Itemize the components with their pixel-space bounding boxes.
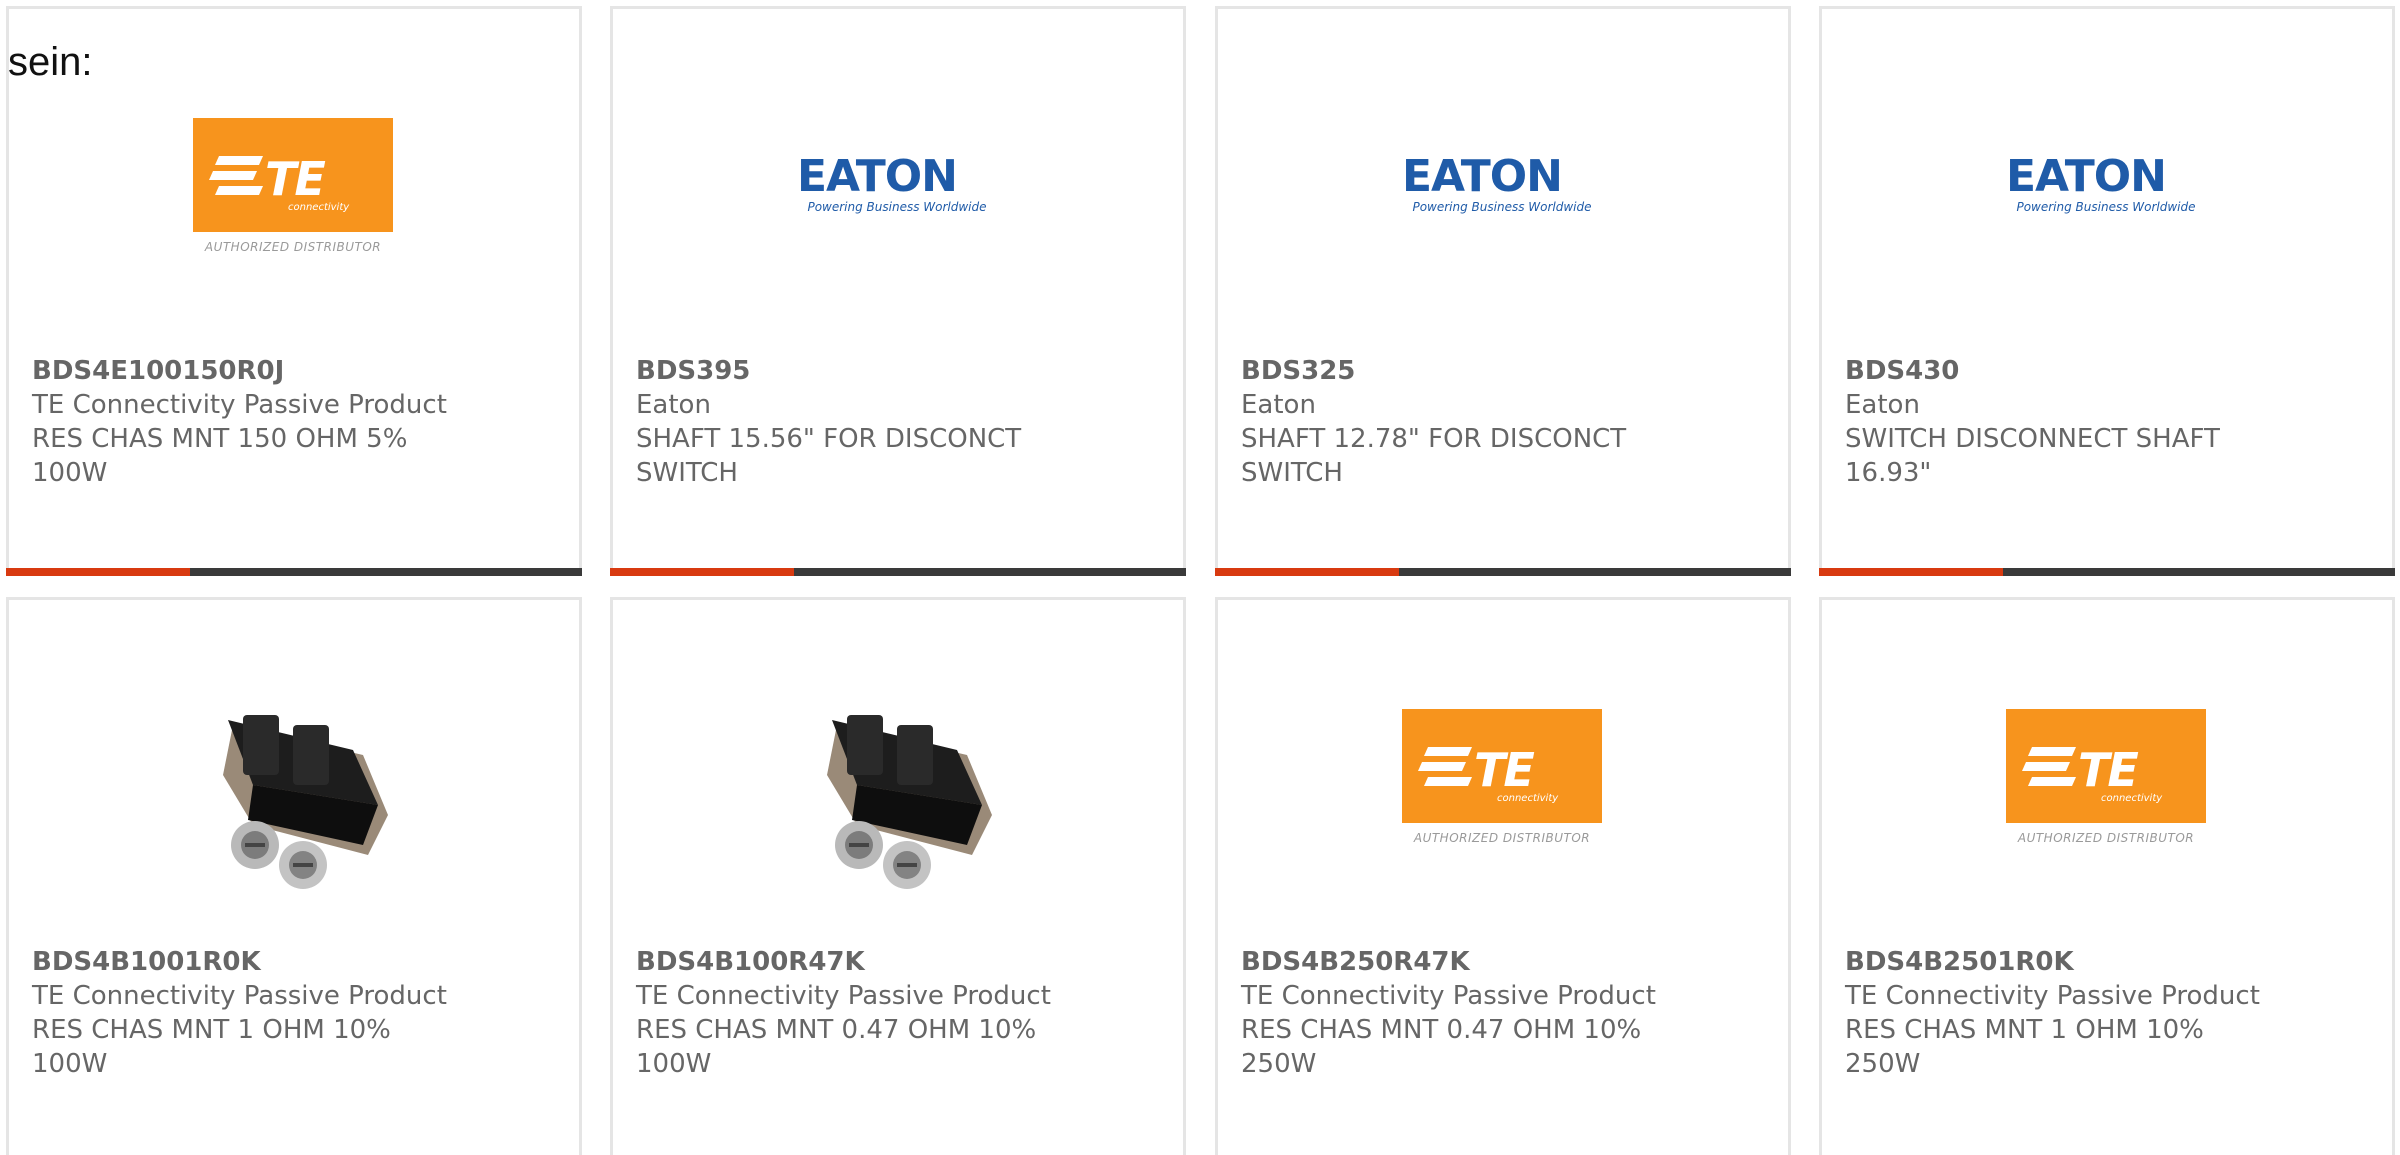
part-number-link[interactable]: BDS4B250R47K xyxy=(1241,945,1721,979)
svg-text:TE: TE xyxy=(1474,743,1534,797)
svg-text:Powering Business Worldwide: Powering Business Worldwide xyxy=(2016,200,2195,214)
product-image[interactable] xyxy=(797,695,997,895)
product-description: SHAFT 15.56" FOR DISCONCT SWITCH xyxy=(636,424,1022,488)
svg-text:connectivity: connectivity xyxy=(288,202,350,213)
product-card[interactable]: EATON Powering Business Worldwide BDS395 Ea… xyxy=(610,6,1186,576)
te-logo-mark: TEconnectivity xyxy=(2006,709,2206,823)
eaton-logo: EATON Powering Business Worldwide xyxy=(2006,149,2206,219)
svg-text:EATON: EATON xyxy=(1402,151,1562,202)
manufacturer-name: TE Connectivity Passive Product xyxy=(32,981,447,1011)
part-number-link[interactable]: BDS4B100R47K xyxy=(636,945,1116,979)
manufacturer-name: Eaton xyxy=(636,390,711,420)
te-logo-subtitle: AUTHORIZED DISTRIBUTOR xyxy=(2017,831,2195,845)
te-logo-subtitle: AUTHORIZED DISTRIBUTOR xyxy=(204,240,382,254)
product-image[interactable]: TE connectivity AUTHORIZED DISTRIBUTOR xyxy=(1402,695,1602,865)
manufacturer-name: TE Connectivity Passive Product xyxy=(636,981,1051,1011)
product-image[interactable]: EATON Powering Business Worldwide xyxy=(797,104,997,274)
te-logo-mark: TEconnectivity xyxy=(1402,709,1602,823)
product-card[interactable]: EATON Powering Business Worldwide BDS325 Ea… xyxy=(1215,6,1791,576)
svg-text:Powering Business Worldwide: Powering Business Worldwide xyxy=(1412,200,1591,214)
product-info: BDS325 Eaton SHAFT 12.78" FOR DISCONCT SWI… xyxy=(1241,354,1721,490)
product-image[interactable]: TE connectivity AUTHORIZED DISTRIBUTOR xyxy=(193,104,393,274)
product-info: BDS4B2501R0K TE Connectivity Passive Prod… xyxy=(1845,945,2325,1081)
product-description: RES CHAS MNT 1 OHM 10% 100W xyxy=(32,1015,391,1079)
card-accent-bar xyxy=(6,568,582,576)
card-accent-bar xyxy=(610,568,1186,576)
product-info: BDS4E100150R0J TE Connectivity Passive Pr… xyxy=(32,354,512,490)
eaton-logo: EATON Powering Business Worldwide xyxy=(1402,149,1602,219)
manufacturer-name: Eaton xyxy=(1845,390,1920,420)
product-image[interactable]: EATON Powering Business Worldwide xyxy=(1402,104,1602,274)
product-info: BDS4B1001R0K TE Connectivity Passive Prod… xyxy=(32,945,512,1081)
product-info: BDS430 Eaton SWITCH DISCONNECT SHAFT 16.93… xyxy=(1845,354,2325,490)
manufacturer-name: Eaton xyxy=(1241,390,1316,420)
te-logo-mark: TEconnectivity xyxy=(193,118,393,232)
product-card[interactable]: TE connectivity AUTHORIZED DISTRIBUTOR BDS4… xyxy=(1215,597,1791,1155)
card-accent-bar-fill xyxy=(1215,568,1400,576)
product-info: BDS395 Eaton SHAFT 15.56" FOR DISCONCT SWI… xyxy=(636,354,1116,490)
product-image[interactable] xyxy=(193,695,393,895)
product-image[interactable]: TE connectivity AUTHORIZED DISTRIBUTOR xyxy=(2006,695,2206,865)
manufacturer-name: TE Connectivity Passive Product xyxy=(1845,981,2260,1011)
part-number-link[interactable]: BDS395 xyxy=(636,354,1116,388)
eaton-logo-mark: EATONPowering Business Worldwide xyxy=(1402,151,1592,214)
product-description: RES CHAS MNT 1 OHM 10% 250W xyxy=(1845,1015,2204,1079)
card-accent-bar-fill xyxy=(1819,568,2004,576)
resistor-image xyxy=(797,695,997,895)
product-image[interactable]: EATON Powering Business Worldwide xyxy=(2006,104,2206,274)
svg-text:Powering Business Worldwide: Powering Business Worldwide xyxy=(807,200,986,214)
svg-text:connectivity: connectivity xyxy=(1497,793,1559,804)
te-connectivity-logo: TE connectivity AUTHORIZED DISTRIBUTOR xyxy=(1402,709,1602,849)
product-description: RES CHAS MNT 0.47 OHM 10% 250W xyxy=(1241,1015,1642,1079)
product-description: RES CHAS MNT 150 OHM 5% 100W xyxy=(32,424,408,488)
te-connectivity-logo: TE connectivity AUTHORIZED DISTRIBUTOR xyxy=(2006,709,2206,849)
resistor-image xyxy=(193,695,393,895)
product-info: BDS4B100R47K TE Connectivity Passive Prod… xyxy=(636,945,1116,1081)
part-number-link[interactable]: BDS4E100150R0J xyxy=(32,354,512,388)
svg-text:TE: TE xyxy=(2078,743,2138,797)
part-number-link[interactable]: BDS430 xyxy=(1845,354,2325,388)
product-description: RES CHAS MNT 0.47 OHM 10% 100W xyxy=(636,1015,1037,1079)
svg-text:TE: TE xyxy=(265,152,325,206)
part-number-link[interactable]: BDS4B1001R0K xyxy=(32,945,512,979)
card-accent-bar xyxy=(1819,568,2395,576)
product-description: SWITCH DISCONNECT SHAFT 16.93" xyxy=(1845,424,2220,488)
te-logo-subtitle: AUTHORIZED DISTRIBUTOR xyxy=(1413,831,1591,845)
intro-text: sein: xyxy=(8,40,93,84)
resistor-photo xyxy=(193,695,393,895)
svg-text:EATON: EATON xyxy=(797,151,957,202)
card-accent-bar-fill xyxy=(6,568,191,576)
product-card[interactable]: BDS4B100R47K TE Connectivity Passive Prod… xyxy=(610,597,1186,1155)
part-number-link[interactable]: BDS4B2501R0K xyxy=(1845,945,2325,979)
card-accent-bar-fill xyxy=(610,568,795,576)
part-number-link[interactable]: BDS325 xyxy=(1241,354,1721,388)
resistor-photo xyxy=(797,695,997,895)
eaton-logo-mark: EATONPowering Business Worldwide xyxy=(797,151,987,214)
card-accent-bar xyxy=(1215,568,1791,576)
eaton-logo: EATON Powering Business Worldwide xyxy=(797,149,997,219)
product-card[interactable]: TE connectivity AUTHORIZED DISTRIBUTOR BDS4… xyxy=(1819,597,2395,1155)
svg-text:connectivity: connectivity xyxy=(2101,793,2163,804)
te-connectivity-logo: TE connectivity AUTHORIZED DISTRIBUTOR xyxy=(193,118,393,258)
svg-text:EATON: EATON xyxy=(2006,151,2166,202)
eaton-logo-mark: EATONPowering Business Worldwide xyxy=(2006,151,2196,214)
product-card[interactable]: EATON Powering Business Worldwide BDS430 Ea… xyxy=(1819,6,2395,576)
manufacturer-name: TE Connectivity Passive Product xyxy=(1241,981,1656,1011)
manufacturer-name: TE Connectivity Passive Product xyxy=(32,390,447,420)
product-info: BDS4B250R47K TE Connectivity Passive Prod… xyxy=(1241,945,1721,1081)
product-description: SHAFT 12.78" FOR DISCONCT SWITCH xyxy=(1241,424,1627,488)
product-card[interactable]: BDS4B1001R0K TE Connectivity Passive Prod… xyxy=(6,597,582,1155)
product-card[interactable]: TE connectivity AUTHORIZED DISTRIBUTOR BDS4… xyxy=(6,6,582,576)
